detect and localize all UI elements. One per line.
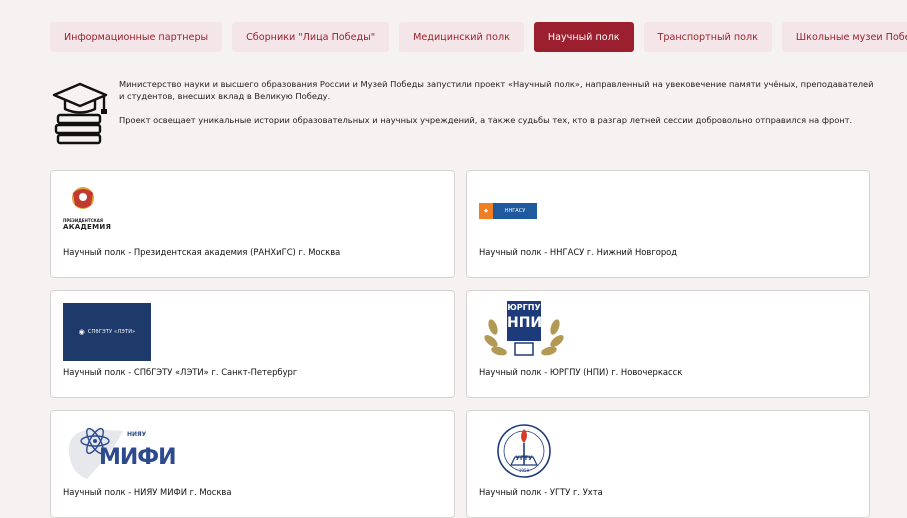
books-graduation-cap-icon bbox=[52, 82, 108, 145]
intro-paragraph-2: Проект освещает уникальные истории образ… bbox=[119, 115, 853, 125]
leti-emblem-icon: ◉ bbox=[78, 328, 85, 336]
leti-logo: ◉ СПбГЭТУ «ЛЭТИ» bbox=[63, 303, 151, 361]
card-ranepa[interactable]: ПРЕЗИДЕНТСКАЯ АКАДЕМИЯ Научный полк - Пр… bbox=[50, 170, 455, 278]
card-caption: Научный полк - СПбГЭТУ «ЛЭТИ» г. Санкт-П… bbox=[63, 367, 298, 377]
card-nngasu[interactable]: ◆ ННГАСУ Научный полк - ННГАСУ г. Нижний… bbox=[466, 170, 870, 278]
card-caption: Научный полк - Президентская академия (Р… bbox=[63, 247, 341, 257]
tab-transport-regiment[interactable]: Транспортный полк bbox=[643, 22, 772, 52]
intro-section: Министерство науки и высшего образования… bbox=[52, 78, 874, 150]
card-ugtu[interactable]: УГТУ 1958 Научный полк - УГТУ г. Ухта bbox=[466, 410, 870, 518]
card-caption: Научный полк - ННГАСУ г. Нижний Новгород bbox=[479, 247, 678, 257]
card-leti[interactable]: ◉ СПбГЭТУ «ЛЭТИ» Научный полк - СПбГЭТУ … bbox=[50, 290, 455, 398]
eagle-emblem-icon bbox=[72, 187, 94, 209]
intro-paragraph-1: Министерство науки и высшего образования… bbox=[119, 79, 874, 101]
card-caption: Научный полк - УГТУ г. Ухта bbox=[479, 487, 603, 497]
tab-school-museums[interactable]: Школьные музеи Победы bbox=[781, 22, 907, 52]
mephi-logo: НИЯУ МИФИ bbox=[63, 423, 177, 483]
tab-science-regiment[interactable]: Научный полк bbox=[533, 22, 634, 52]
tab-faces-of-victory[interactable]: Сборники "Лица Победы" bbox=[232, 22, 390, 52]
tab-medical-regiment[interactable]: Медицинский полк bbox=[399, 22, 524, 52]
card-caption: Научный полк - ЮРГПУ (НПИ) г. Новочеркас… bbox=[479, 367, 683, 377]
ugtu-logo: УГТУ 1958 bbox=[493, 421, 555, 481]
npi-logo: ЮРГПУ НПИ bbox=[479, 299, 569, 363]
card-caption: Научный полк - НИЯУ МИФИ г. Москва bbox=[63, 487, 232, 497]
tab-bar: Информационные партнеры Сборники "Лица П… bbox=[50, 22, 907, 52]
nngasu-logo: ◆ ННГАСУ bbox=[479, 203, 537, 219]
ranepa-logo: ПРЕЗИДЕНТСКАЯ АКАДЕМИЯ bbox=[63, 183, 111, 233]
card-mephi[interactable]: НИЯУ МИФИ Научный полк - НИЯУ МИФИ г. Мо… bbox=[50, 410, 455, 518]
tab-info-partners[interactable]: Информационные партнеры bbox=[50, 22, 223, 52]
intro-text: Министерство науки и высшего образования… bbox=[119, 78, 874, 138]
card-npi[interactable]: ЮРГПУ НПИ Научный полк - ЮРГПУ (НПИ) г. … bbox=[466, 290, 870, 398]
nngasu-arrow-icon: ◆ bbox=[479, 203, 493, 219]
